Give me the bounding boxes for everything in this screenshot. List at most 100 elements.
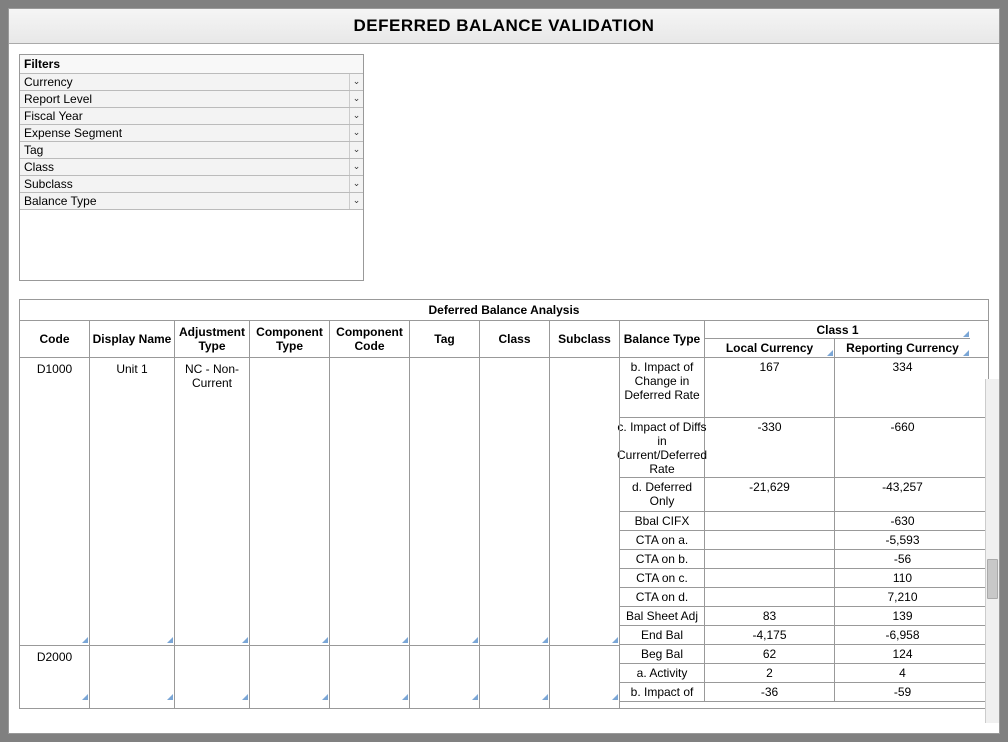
chevron-down-icon[interactable]: ⌄ [349,125,363,141]
cell-component-type[interactable] [250,358,329,645]
cell-reporting-currency[interactable]: 124 [835,645,970,663]
filter-expense-segment[interactable]: Expense Segment ⌄ [20,125,363,142]
cell-component-code[interactable] [330,645,409,702]
cell-local-currency[interactable] [705,531,835,549]
cell-reporting-currency[interactable]: 4 [835,664,970,682]
cell-balance-type[interactable]: b. Impact of [620,683,705,701]
cell-balance-type[interactable]: Bbal CIFX [620,512,705,530]
col-header-reporting-currency[interactable]: Reporting Currency [835,339,970,357]
filter-fiscal-year[interactable]: Fiscal Year ⌄ [20,108,363,125]
cell-reporting-currency[interactable]: -660 [835,418,970,477]
col-header-code[interactable]: Code [20,321,90,357]
col-header-class1[interactable]: Class 1 [705,321,970,339]
cell-local-currency[interactable] [705,588,835,606]
cell-balance-type[interactable]: CTA on c. [620,569,705,587]
col-header-tag[interactable]: Tag [410,321,480,357]
cell-tag[interactable] [410,358,479,645]
col-header-display-name[interactable]: Display Name [90,321,175,357]
cell-reporting-currency[interactable]: -43,257 [835,478,970,511]
drill-icon[interactable] [472,637,478,643]
cell-local-currency[interactable]: 62 [705,645,835,663]
chevron-down-icon[interactable]: ⌄ [349,108,363,124]
drill-icon[interactable] [322,694,328,700]
cell-balance-type[interactable]: CTA on b. [620,550,705,568]
cell-reporting-currency[interactable]: -6,958 [835,626,970,644]
filter-currency[interactable]: Currency ⌄ [20,74,363,91]
cell-component-type[interactable] [250,645,329,702]
drill-icon[interactable] [167,637,173,643]
drill-icon[interactable] [322,637,328,643]
filter-report-level[interactable]: Report Level ⌄ [20,91,363,108]
cell-local-currency[interactable] [705,550,835,568]
cell-balance-type[interactable]: CTA on a. [620,531,705,549]
cell-adjustment-type[interactable] [175,645,249,702]
cell-reporting-currency[interactable]: 334 [835,358,970,417]
cell-local-currency[interactable]: -36 [705,683,835,701]
drill-icon[interactable] [542,694,548,700]
drill-icon[interactable] [82,694,88,700]
filter-balance-type[interactable]: Balance Type ⌄ [20,193,363,210]
drill-icon[interactable] [242,637,248,643]
chevron-down-icon[interactable]: ⌄ [349,193,363,209]
cell-reporting-currency[interactable]: -5,593 [835,531,970,549]
vertical-scrollbar[interactable] [985,379,999,723]
cell-local-currency[interactable]: -21,629 [705,478,835,511]
cell-balance-type[interactable]: CTA on d. [620,588,705,606]
drill-icon[interactable] [242,694,248,700]
chevron-down-icon[interactable]: ⌄ [349,159,363,175]
col-header-class[interactable]: Class [480,321,550,357]
filter-class[interactable]: Class ⌄ [20,159,363,176]
drill-icon[interactable] [472,694,478,700]
filter-tag[interactable]: Tag ⌄ [20,142,363,159]
drill-icon[interactable] [542,637,548,643]
drill-icon[interactable] [612,694,618,700]
cell-reporting-currency[interactable]: 139 [835,607,970,625]
drill-icon[interactable] [827,350,833,356]
cell-balance-type[interactable]: Bal Sheet Adj [620,607,705,625]
cell-subclass[interactable] [550,358,619,645]
drill-icon[interactable] [402,694,408,700]
chevron-down-icon[interactable]: ⌄ [349,142,363,158]
col-header-component-type[interactable]: Component Type [250,321,330,357]
cell-local-currency[interactable]: 167 [705,358,835,417]
cell-reporting-currency[interactable]: -630 [835,512,970,530]
cell-balance-type[interactable]: Beg Bal [620,645,705,663]
chevron-down-icon[interactable]: ⌄ [349,176,363,192]
cell-local-currency[interactable]: 2 [705,664,835,682]
col-header-subclass[interactable]: Subclass [550,321,620,357]
drill-icon[interactable] [612,637,618,643]
cell-balance-type[interactable]: c. Impact of Diffs in Current/Deferred R… [620,418,705,477]
col-header-adjustment-type[interactable]: Adjustment Type [175,321,250,357]
cell-adjustment-type[interactable]: NC - Non-Current [175,358,249,645]
cell-reporting-currency[interactable]: 110 [835,569,970,587]
cell-tag[interactable] [410,645,479,702]
cell-component-code[interactable] [330,358,409,645]
cell-class[interactable] [480,358,549,645]
cell-balance-type[interactable]: End Bal [620,626,705,644]
drill-icon[interactable] [402,637,408,643]
cell-local-currency[interactable] [705,512,835,530]
drill-icon[interactable] [963,350,969,356]
scroll-thumb[interactable] [987,559,998,599]
col-header-balance-type[interactable]: Balance Type [620,321,705,357]
drill-icon[interactable] [82,637,88,643]
cell-balance-type[interactable]: a. Activity [620,664,705,682]
cell-code[interactable]: D1000 [20,358,89,645]
drill-icon[interactable] [167,694,173,700]
cell-subclass[interactable] [550,645,619,702]
cell-reporting-currency[interactable]: -56 [835,550,970,568]
cell-local-currency[interactable]: -4,175 [705,626,835,644]
cell-display-name[interactable]: Unit 1 [90,358,174,645]
cell-display-name[interactable] [90,645,174,702]
cell-local-currency[interactable]: -330 [705,418,835,477]
cell-balance-type[interactable]: b. Impact of Change in Deferred Rate [620,358,705,417]
cell-balance-type[interactable]: d. Deferred Only [620,478,705,511]
chevron-down-icon[interactable]: ⌄ [349,74,363,90]
cell-local-currency[interactable] [705,569,835,587]
cell-code[interactable]: D2000 [20,645,89,702]
cell-local-currency[interactable]: 83 [705,607,835,625]
cell-class[interactable] [480,645,549,702]
filter-subclass[interactable]: Subclass ⌄ [20,176,363,193]
drill-icon[interactable] [963,331,969,337]
col-header-local-currency[interactable]: Local Currency [705,339,835,357]
